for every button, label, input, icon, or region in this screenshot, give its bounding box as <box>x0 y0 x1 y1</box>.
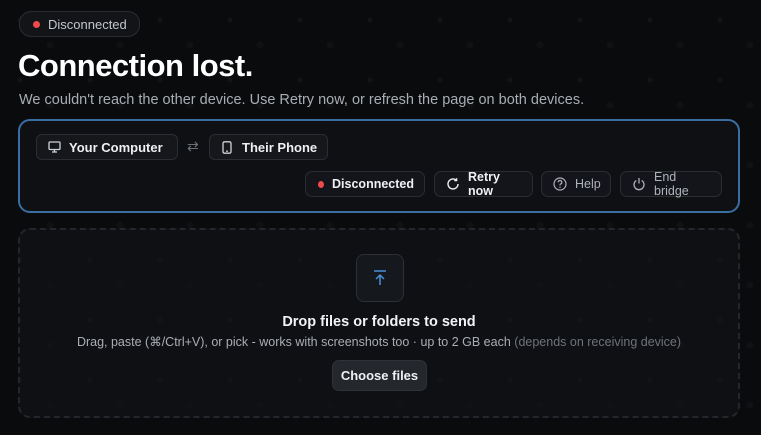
dropzone-subtitle-main: Drag, paste (⌘/Ctrl+V), or pick - works … <box>76 335 511 349</box>
end-bridge-label: End bridge <box>654 170 689 198</box>
help-button[interactable]: Help <box>541 171 611 197</box>
retry-button[interactable]: Retry now <box>434 170 533 198</box>
help-button-label: Help <box>575 177 601 191</box>
swap-arrows-icon: ⇄ <box>187 138 199 154</box>
remote-device-chip: Their Phone <box>209 134 329 160</box>
monitor-icon <box>47 140 61 154</box>
remote-device-label: Their Phone <box>242 139 318 155</box>
local-device-label: Your Computer <box>69 139 163 155</box>
end-bridge-button[interactable]: End bridge <box>620 170 722 198</box>
status-badge: Disconnected <box>19 11 140 37</box>
status-dot <box>33 20 40 28</box>
connection-status-pill: Disconnected <box>305 171 425 197</box>
choose-files-button[interactable]: Choose files <box>332 360 427 391</box>
page-subtitle: We couldn't reach the other device. Use … <box>19 92 585 108</box>
dropzone-title: Drop files or folders to send <box>282 314 476 330</box>
dropzone-subtitle: Drag, paste (⌘/Ctrl+V), or pick - works … <box>20 334 738 349</box>
local-device-chip: Your Computer <box>36 134 178 160</box>
file-dropzone[interactable]: Drop files or folders to send Drag, past… <box>18 228 740 418</box>
upload-arrow-icon <box>356 254 404 302</box>
bridge-panel: Your Computer ⇄ Their Phone Disconnected… <box>18 119 740 213</box>
help-circle-icon <box>553 177 567 191</box>
dropzone-subtitle-note: (depends on receiving device) <box>514 335 682 349</box>
phone-icon <box>220 140 234 154</box>
connection-status-label: Disconnected <box>332 177 414 191</box>
status-badge-label: Disconnected <box>48 16 127 32</box>
page-title: Connection lost. <box>18 48 253 83</box>
power-icon <box>632 177 646 191</box>
retry-button-label: Retry now <box>468 170 500 198</box>
connection-status-dot <box>318 180 325 188</box>
refresh-icon <box>446 177 460 191</box>
